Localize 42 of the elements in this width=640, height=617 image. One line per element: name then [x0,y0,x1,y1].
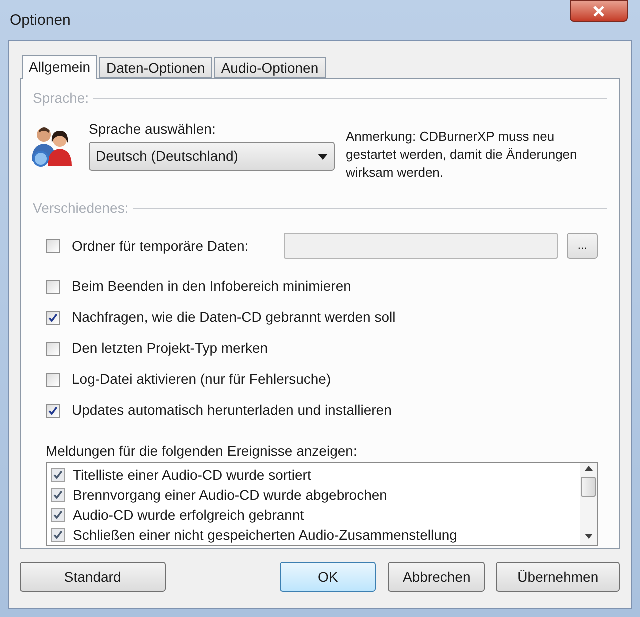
tab[interactable]: Daten-Optionen [99,57,212,78]
scroll-up-icon [584,466,592,471]
option-label: Den letzten Projekt-Typ merken [72,339,268,358]
event-item[interactable]: Brennvorgang einer Audio-CD wurde abgebrochen [51,485,580,505]
checkbox[interactable] [46,342,60,356]
scroll-down-icon [584,534,592,539]
tab[interactable]: Audio-Optionen [214,57,326,78]
tab[interactable]: Allgemein [22,55,98,79]
section-heading: Sprache: [33,88,90,108]
section-heading: Verschiedenes: [33,198,129,218]
window-title: Optionen [10,11,71,31]
event-item[interactable]: Audio-CD wurde erfolgreich gebrannt [51,505,580,525]
dialog-button[interactable]: Übernehmen [496,562,620,592]
dialog-button[interactable]: Standard [20,562,166,592]
event-item[interactable]: Schließen einer nicht gespeicherten Audio-Zusammenstellung [51,525,580,545]
checkbox[interactable] [46,310,60,324]
dialog-button[interactable]: OK [280,562,376,592]
option-label: Ordner für temporäre Daten: [72,236,250,256]
checkbox[interactable] [51,508,65,522]
event-item[interactable]: Titelliste einer Audio-CD wurde sortiert [51,465,580,485]
close-icon [593,6,605,16]
browse-button[interactable]: ... [567,233,598,259]
events-label: Meldungen für die folgenden Ereignisse anzeigen: [46,443,358,459]
dropdown-arrow-icon [318,154,328,160]
checkbox[interactable] [51,528,65,542]
checkbox[interactable] [46,404,60,418]
checkbox[interactable] [46,372,60,386]
option-label: Log-Datei aktivieren (nur für Fehlersuche) [72,370,332,389]
checkbox[interactable] [46,280,60,294]
option-label: Updates automatisch herunterladen und installieren [72,401,392,420]
dialog-button[interactable]: Abbrechen [388,562,486,592]
option-label: Beim Beenden in den Infobereich minimieren [72,277,352,296]
checkbox[interactable] [51,468,65,482]
language-label: Sprache auswählen: [89,121,217,137]
scrollbar-thumb[interactable] [581,477,596,497]
checkbox[interactable] [46,239,60,253]
option-label: Nachfragen, wie die Daten-CD gebrannt werden soll [72,308,396,327]
checkbox[interactable] [51,488,65,502]
language-dropdown[interactable]: Deutsch (Deutschland) [89,142,335,171]
close-button[interactable] [570,0,628,22]
note-text: Anmerkung: CDBurnerXP muss neu gestartet werden, damit die Änderungen wirksam werden. [346,128,578,179]
scrollbar[interactable] [580,463,597,545]
